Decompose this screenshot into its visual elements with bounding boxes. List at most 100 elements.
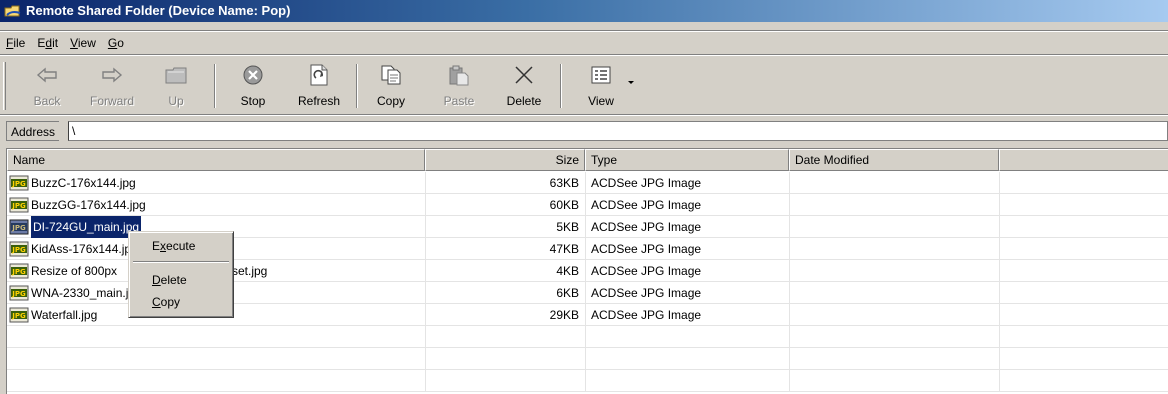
file-date-modified bbox=[789, 194, 999, 216]
file-date-modified bbox=[789, 238, 999, 260]
file-date-modified bbox=[789, 260, 999, 282]
file-extra-cell bbox=[999, 238, 1168, 260]
address-input[interactable]: \ bbox=[68, 121, 1168, 141]
window-title: Remote Shared Folder (Device Name: Pop) bbox=[26, 3, 291, 18]
stop-icon bbox=[238, 62, 268, 88]
view-button[interactable]: View bbox=[578, 58, 624, 114]
jpg-file-icon: JPG bbox=[9, 307, 29, 323]
column-header-type[interactable]: Type bbox=[585, 149, 789, 171]
toolbar-separator bbox=[560, 64, 562, 108]
column-header-name[interactable]: Name bbox=[7, 149, 425, 171]
title-bar[interactable]: Remote Shared Folder (Device Name: Pop) bbox=[0, 0, 1168, 22]
file-date-modified bbox=[789, 172, 999, 194]
file-extra-cell bbox=[999, 304, 1168, 326]
file-name: DI-724GU_main.jpg bbox=[31, 216, 142, 238]
file-date-modified bbox=[789, 282, 999, 304]
file-size: 60KB bbox=[425, 194, 585, 216]
toolbar-gripper[interactable] bbox=[3, 62, 6, 110]
toolbar: Back Forward Up Stop Refresh Copy Paste … bbox=[0, 58, 1168, 114]
file-name: WNA-2330_main.jpg bbox=[31, 286, 142, 300]
copy-button[interactable]: Copy bbox=[368, 58, 414, 114]
context-menu: Execute Delete Copy bbox=[128, 231, 234, 318]
menu-view[interactable]: View bbox=[70, 36, 96, 50]
empty-row bbox=[7, 326, 1168, 348]
toolbar-separator bbox=[214, 64, 216, 108]
details-view-icon bbox=[586, 62, 616, 88]
paste-icon bbox=[444, 62, 474, 88]
file-type: ACDSee JPG Image bbox=[585, 304, 789, 326]
refresh-button[interactable]: Refresh bbox=[286, 58, 352, 114]
file-extra-cell bbox=[999, 172, 1168, 194]
file-name: Waterfall.jpg bbox=[31, 308, 98, 322]
file-size: 6KB bbox=[425, 282, 585, 304]
toolbar-separator bbox=[356, 64, 358, 108]
delete-x-icon bbox=[509, 62, 539, 88]
context-menu-copy[interactable]: Copy bbox=[132, 292, 230, 312]
back-button[interactable]: Back bbox=[22, 58, 72, 114]
svg-text:JPG: JPG bbox=[11, 202, 26, 210]
address-label: Address bbox=[6, 121, 60, 141]
menu-go[interactable]: Go bbox=[108, 36, 124, 50]
list-header: Name Size Type Date Modified bbox=[7, 149, 1168, 171]
file-type: ACDSee JPG Image bbox=[585, 216, 789, 238]
back-arrow-icon bbox=[32, 62, 62, 88]
shared-folder-icon bbox=[4, 3, 22, 19]
file-extra-cell bbox=[999, 216, 1168, 238]
view-dropdown-button[interactable] bbox=[624, 58, 638, 114]
context-menu-separator bbox=[133, 261, 229, 263]
dropdown-arrow-icon bbox=[624, 62, 638, 88]
file-date-modified bbox=[789, 304, 999, 326]
jpg-file-icon: JPG bbox=[9, 263, 29, 279]
file-name: BuzzC-176x144.jpg bbox=[31, 176, 136, 190]
context-menu-execute[interactable]: Execute bbox=[132, 236, 230, 256]
file-size: 63KB bbox=[425, 172, 585, 194]
svg-text:JPG: JPG bbox=[11, 180, 26, 188]
empty-row bbox=[7, 348, 1168, 370]
file-type: ACDSee JPG Image bbox=[585, 238, 789, 260]
menu-edit[interactable]: Edit bbox=[37, 36, 58, 50]
file-type: ACDSee JPG Image bbox=[585, 172, 789, 194]
column-header-date-modified[interactable]: Date Modified bbox=[789, 149, 999, 171]
refresh-icon bbox=[304, 62, 334, 88]
file-size: 29KB bbox=[425, 304, 585, 326]
svg-text:JPG: JPG bbox=[11, 246, 26, 254]
column-header-empty[interactable] bbox=[999, 149, 1168, 171]
svg-text:JPG: JPG bbox=[11, 312, 26, 320]
copy-icon bbox=[376, 62, 406, 88]
menu-top-divider bbox=[0, 30, 1168, 32]
table-row[interactable]: JPG BuzzGG-176x144.jpg 60KB ACDSee JPG I… bbox=[7, 194, 1168, 216]
up-button[interactable]: Up bbox=[156, 58, 196, 114]
file-name-tail: set.jpg bbox=[232, 264, 268, 278]
menu-bar: File Edit View Go bbox=[0, 34, 1168, 52]
file-extra-cell bbox=[999, 282, 1168, 304]
menu-file[interactable]: File bbox=[6, 36, 25, 50]
file-type: ACDSee JPG Image bbox=[585, 282, 789, 304]
forward-button[interactable]: Forward bbox=[82, 58, 142, 114]
file-size: 47KB bbox=[425, 238, 585, 260]
menu-bottom-divider bbox=[0, 54, 1168, 56]
file-size: 4KB bbox=[425, 260, 585, 282]
file-name: KidAss-176x144.jpg bbox=[31, 242, 138, 256]
jpg-file-icon: JPG bbox=[9, 175, 29, 191]
address-bar: Address \ bbox=[0, 118, 1168, 144]
table-row[interactable]: JPG BuzzC-176x144.jpg 63KB ACDSee JPG Im… bbox=[7, 172, 1168, 194]
svg-text:JPG: JPG bbox=[11, 268, 26, 276]
file-extra-cell bbox=[999, 260, 1168, 282]
jpg-file-icon: JPG bbox=[9, 241, 29, 257]
stop-button[interactable]: Stop bbox=[228, 58, 278, 114]
empty-row bbox=[7, 370, 1168, 392]
context-menu-delete[interactable]: Delete bbox=[132, 270, 230, 290]
file-size: 5KB bbox=[425, 216, 585, 238]
paste-button[interactable]: Paste bbox=[436, 58, 482, 114]
jpg-file-icon: JPG bbox=[9, 197, 29, 213]
file-extra-cell bbox=[999, 194, 1168, 216]
column-header-size[interactable]: Size bbox=[425, 149, 585, 171]
svg-text:JPG: JPG bbox=[11, 224, 26, 232]
file-name: BuzzGG-176x144.jpg bbox=[31, 198, 146, 212]
file-date-modified bbox=[789, 216, 999, 238]
delete-button[interactable]: Delete bbox=[498, 58, 550, 114]
up-folder-icon bbox=[161, 62, 191, 88]
file-name: Resize of 800px bbox=[31, 264, 118, 278]
toolbar-bottom-divider bbox=[0, 114, 1168, 116]
forward-arrow-icon bbox=[97, 62, 127, 88]
